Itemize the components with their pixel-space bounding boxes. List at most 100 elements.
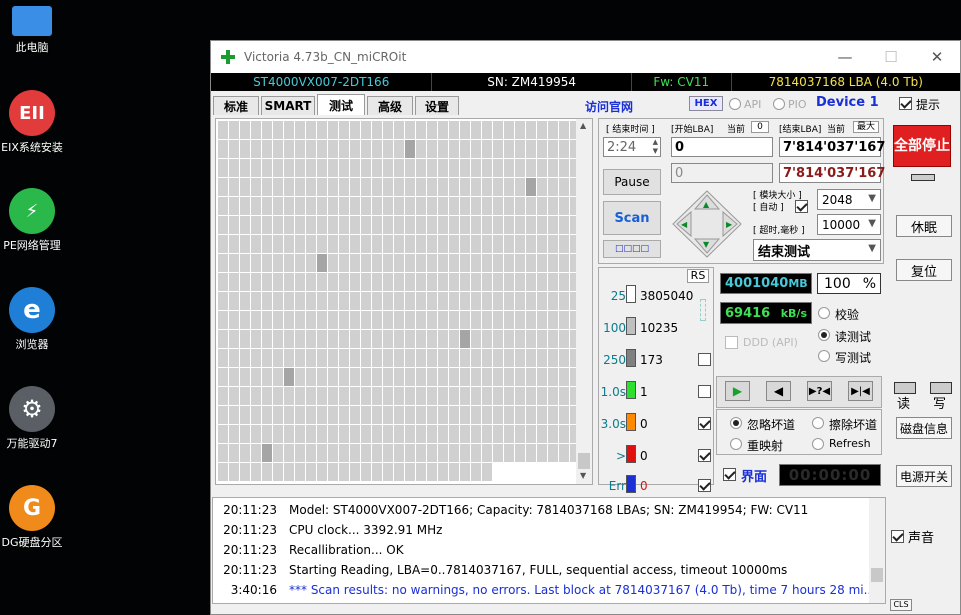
scan-block-cell bbox=[273, 197, 283, 215]
timeout-select[interactable]: 10000 ▼ bbox=[817, 214, 881, 235]
scan-block-cell bbox=[427, 311, 437, 329]
scan-block-cell bbox=[306, 178, 316, 196]
spin-icon[interactable]: ▲ ▼ bbox=[653, 138, 658, 156]
scan-block-cell bbox=[295, 178, 305, 196]
scan-block-cell bbox=[416, 197, 426, 215]
disk-info-button[interactable]: 磁盘信息 bbox=[896, 417, 952, 439]
tab-standard[interactable]: 标准 bbox=[213, 96, 259, 115]
read-test-radio[interactable] bbox=[818, 329, 830, 341]
scan-block-cell bbox=[515, 330, 525, 348]
title-bar[interactable]: Victoria 4.73b_CN_miCROit — ☐ ✕ bbox=[211, 41, 960, 73]
ignore-radio[interactable] bbox=[730, 417, 742, 429]
rewind-icon[interactable]: ◀ bbox=[766, 381, 791, 401]
scan-block-cell bbox=[460, 444, 470, 462]
scroll-down-icon[interactable]: ▼ bbox=[580, 471, 586, 480]
stat-row-checkbox[interactable] bbox=[698, 385, 711, 398]
desktop-icon-eix[interactable]: EII EIX系统安装 bbox=[0, 90, 64, 155]
ui-checkbox[interactable] bbox=[723, 468, 736, 481]
log-time: 20:11:23 bbox=[223, 503, 277, 517]
api-radio[interactable] bbox=[729, 98, 741, 110]
start-lba-current-link[interactable]: 当前 bbox=[727, 122, 745, 135]
stat-row-checkbox[interactable] bbox=[698, 479, 711, 492]
log-scrollbar-thumb[interactable] bbox=[871, 568, 883, 582]
end-action-select[interactable]: 结束测试 ▼ bbox=[753, 239, 881, 261]
chevron-down-icon: ▼ bbox=[868, 193, 876, 204]
scan-block-cell bbox=[229, 292, 239, 310]
small-option-button[interactable]: □□□□ bbox=[603, 240, 661, 258]
stop-all-button[interactable]: 全部停止 bbox=[893, 125, 951, 167]
desktop-icon-browser[interactable]: e 浏览器 bbox=[0, 287, 64, 352]
scan-block-cell bbox=[482, 197, 492, 215]
remap-radio[interactable] bbox=[730, 438, 742, 450]
scan-block-cell bbox=[405, 159, 415, 177]
verify-radio[interactable] bbox=[818, 307, 830, 319]
start-lba-zero-button[interactable]: 0 bbox=[751, 121, 769, 133]
tab-settings[interactable]: 设置 bbox=[415, 96, 459, 115]
scan-block-cell bbox=[504, 330, 514, 348]
desktop-icon-pe-network[interactable]: ⚡ PE网络管理 bbox=[0, 188, 64, 253]
pio-radio[interactable] bbox=[773, 98, 785, 110]
end-lba-current-link[interactable]: 当前 bbox=[827, 122, 845, 135]
reset-button[interactable]: 复位 bbox=[896, 259, 952, 281]
scroll-up-icon[interactable]: ▲ bbox=[580, 121, 586, 130]
scan-block-cell bbox=[416, 121, 426, 139]
end-lba-field[interactable]: 7'814'037'167 bbox=[779, 137, 885, 157]
close-icon[interactable]: ✕ bbox=[914, 48, 960, 66]
end-icon[interactable]: ▶|◀ bbox=[848, 381, 873, 401]
scan-button[interactable]: Scan bbox=[603, 201, 661, 235]
stat-row-checkbox[interactable] bbox=[698, 417, 711, 430]
scan-block-cell bbox=[306, 273, 316, 291]
scan-block-cell bbox=[438, 349, 448, 367]
clear-log-button[interactable]: CLS bbox=[890, 599, 912, 611]
start-lba-field[interactable]: 0 bbox=[671, 137, 773, 157]
desktop-icon-driver[interactable]: ⚙ 万能驱动7 bbox=[0, 386, 64, 451]
erase-radio[interactable] bbox=[812, 417, 824, 429]
tab-test[interactable]: 测试 bbox=[317, 94, 365, 115]
scan-block-cell bbox=[449, 368, 459, 386]
step-icon[interactable]: ▶?◀ bbox=[807, 381, 832, 401]
scan-block-cell bbox=[284, 235, 294, 253]
tab-smart[interactable]: SMART bbox=[261, 96, 315, 115]
stat-row-checkbox[interactable] bbox=[698, 449, 711, 462]
scan-block-cell bbox=[537, 197, 547, 215]
scan-block-cell bbox=[328, 311, 338, 329]
scan-block-cell bbox=[427, 368, 437, 386]
auto-checkbox[interactable] bbox=[795, 200, 808, 213]
scan-block-cell bbox=[284, 216, 294, 234]
sound-checkbox[interactable] bbox=[891, 530, 904, 543]
desktop-icon-this-pc[interactable]: 此电脑 bbox=[0, 2, 64, 55]
scan-block-cell bbox=[328, 216, 338, 234]
scrollbar-thumb[interactable] bbox=[578, 453, 590, 469]
stat-row-checkbox[interactable] bbox=[698, 353, 711, 366]
scan-block-cell bbox=[515, 178, 525, 196]
hint-checkbox[interactable] bbox=[899, 97, 912, 110]
block-size-select[interactable]: 2048 ▼ bbox=[817, 189, 881, 210]
end-time-field[interactable]: 2:24 ▲ ▼ bbox=[603, 137, 661, 157]
hex-button[interactable]: HEX bbox=[689, 96, 723, 111]
stat-color-swatch bbox=[626, 285, 636, 303]
power-button[interactable]: 电源开关 bbox=[896, 465, 952, 487]
device-label[interactable]: Device 1 bbox=[816, 95, 879, 110]
sleep-button[interactable]: 休眠 bbox=[896, 215, 952, 237]
scan-block-cell bbox=[427, 197, 437, 215]
grid-scrollbar[interactable]: ▲ ▼ bbox=[576, 119, 592, 484]
scan-block-cell bbox=[526, 140, 536, 158]
write-test-radio[interactable] bbox=[818, 350, 830, 362]
refresh-radio[interactable] bbox=[812, 438, 824, 450]
scan-block-cell bbox=[504, 292, 514, 310]
play-icon[interactable]: ▶ bbox=[725, 381, 750, 401]
pause-button[interactable]: Pause bbox=[603, 169, 661, 195]
log-scrollbar[interactable] bbox=[869, 498, 885, 603]
desktop-icon-dg[interactable]: G DG硬盘分区 bbox=[0, 485, 64, 550]
direction-pad[interactable]: ▲ ▼ ◀ ▶ bbox=[671, 189, 743, 259]
desktop-icon-label: DG硬盘分区 bbox=[1, 536, 63, 549]
end-lba-max-button[interactable]: 最大 bbox=[853, 121, 879, 133]
scan-block-cell bbox=[229, 406, 239, 424]
scan-block-cell bbox=[526, 159, 536, 177]
ddd-label: DDD (API) bbox=[743, 336, 798, 349]
minimize-icon[interactable]: — bbox=[822, 48, 868, 66]
visit-website-link[interactable]: 访问官网 bbox=[585, 98, 633, 115]
scan-block-cell bbox=[394, 197, 404, 215]
tab-advanced[interactable]: 高级 bbox=[367, 96, 413, 115]
maximize-icon[interactable]: ☐ bbox=[868, 48, 914, 66]
